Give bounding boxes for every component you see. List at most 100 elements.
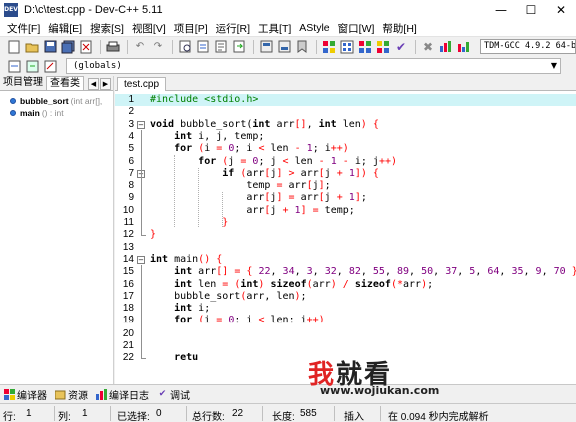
- menu-help[interactable]: 帮助[H]: [378, 21, 420, 36]
- print-icon[interactable]: [105, 39, 121, 54]
- save-all-icon[interactable]: [60, 39, 76, 54]
- profile-icon[interactable]: [438, 39, 454, 54]
- code-line[interactable]: 15 int arr[] = { 22, 34, 3, 32, 82, 55, …: [115, 266, 576, 278]
- stop-icon[interactable]: ✖: [420, 39, 436, 54]
- fold-toggle-icon[interactable]: −: [137, 120, 145, 129]
- code-line[interactable]: 22 retu: [115, 352, 576, 364]
- code-text: int len = (int) sizeof(arr) / sizeof(*ar…: [174, 278, 434, 290]
- tab-compile-log[interactable]: 编译日志: [96, 387, 149, 402]
- tab-debug[interactable]: ✔ 调试: [157, 387, 190, 402]
- code-text: #include <stdio.h>: [150, 94, 259, 105]
- code-line[interactable]: 20: [115, 328, 576, 340]
- line-number: 9: [128, 192, 134, 204]
- tab-project[interactable]: 项目管理: [0, 76, 46, 90]
- goto-icon[interactable]: [231, 39, 247, 54]
- redo-icon[interactable]: ↷: [150, 39, 166, 54]
- close-button[interactable]: ✕: [546, 0, 576, 20]
- editor-tabs: test.cpp: [115, 76, 576, 91]
- chart-icon[interactable]: [456, 39, 472, 54]
- code-editor[interactable]: 1 #include <stdio.h> 2 3− void bubble_sort(i…: [115, 91, 576, 384]
- indent-icon[interactable]: [258, 39, 274, 54]
- save-icon[interactable]: [42, 39, 58, 54]
- scope-select[interactable]: (globals) ▼: [66, 58, 561, 74]
- compiler-select[interactable]: TDM-GCC 4.9.2 64-bit: [480, 39, 576, 54]
- open-icon[interactable]: [24, 39, 40, 54]
- code-line[interactable]: 3− void bubble_sort(int arr[], int len) {: [115, 119, 576, 131]
- code-text: if (arr[j] > arr[j + 1]) {: [222, 167, 379, 179]
- code-text: for (i = 0; i < len; i++): [174, 315, 325, 327]
- code-line[interactable]: 2: [115, 106, 576, 118]
- code-line[interactable]: 6 for (j = 0; j < len - 1 - i; j++): [115, 156, 576, 168]
- search-icon[interactable]: [177, 39, 193, 54]
- tab-classes[interactable]: 查看类: [46, 76, 84, 90]
- code-line[interactable]: 21: [115, 340, 576, 352]
- run-icon[interactable]: [339, 39, 355, 54]
- code-line[interactable]: 7− if (arr[j] > arr[j + 1]) {: [115, 168, 576, 180]
- rebuild-icon[interactable]: [375, 39, 391, 54]
- code-line[interactable]: 13: [115, 242, 576, 254]
- line-number: 8: [128, 180, 134, 192]
- menu-view[interactable]: 视图[V]: [128, 21, 170, 36]
- code-text: }: [222, 217, 229, 228]
- line-number: 3: [128, 118, 134, 130]
- code-line[interactable]: 8 temp = arr[j];: [115, 180, 576, 192]
- menu-search[interactable]: 搜索[S]: [86, 21, 128, 36]
- menu-project[interactable]: 项目[P]: [170, 21, 212, 36]
- bookmark-goto-icon[interactable]: [24, 59, 40, 74]
- export-icon[interactable]: [42, 59, 58, 74]
- undo-icon[interactable]: ↶: [132, 39, 148, 54]
- close-file-icon[interactable]: [78, 39, 94, 54]
- unindent-icon[interactable]: [276, 39, 292, 54]
- toggle-bookmark-icon[interactable]: [294, 39, 310, 54]
- replace-icon[interactable]: [195, 39, 211, 54]
- code-text: retu: [174, 352, 199, 364]
- fold-toggle-icon[interactable]: −: [137, 255, 145, 264]
- tab-scroll-right-icon[interactable]: ▶: [100, 78, 111, 90]
- menu-astyle[interactable]: AStyle: [295, 22, 333, 34]
- scope-value: (globals): [73, 61, 122, 71]
- code-line[interactable]: 1 #include <stdio.h>: [115, 94, 576, 107]
- status-bar: 行: 1 列: 1 已选择: 0 总行数: 22 长度: 585 插入 在 0.…: [0, 403, 576, 422]
- code-line[interactable]: 16 int len = (int) sizeof(arr) / sizeof(…: [115, 279, 576, 291]
- code-line[interactable]: 11 }: [115, 217, 576, 229]
- menu-edit[interactable]: 编辑[E]: [44, 21, 86, 36]
- code-line[interactable]: 19 for (i = 0; i < len; i++): [115, 315, 576, 327]
- indent-guide: [174, 155, 176, 227]
- code-line[interactable]: 10 arr[j + 1] = temp;: [115, 205, 576, 217]
- code-line[interactable]: 4 int i, j, temp;: [115, 131, 576, 143]
- line-number: 2: [128, 106, 134, 118]
- minimize-button[interactable]: —: [486, 0, 516, 20]
- code-line[interactable]: 18 int i;: [115, 303, 576, 315]
- maximize-button[interactable]: ☐: [516, 0, 546, 20]
- new-file-icon[interactable]: [6, 39, 22, 54]
- code-line[interactable]: 12}: [115, 229, 576, 241]
- check-icon[interactable]: ✔: [393, 39, 409, 54]
- status-row-label: 行:: [3, 412, 16, 422]
- fold-end: [141, 358, 146, 360]
- menu-run[interactable]: 运行[R]: [212, 21, 254, 36]
- code-line[interactable]: 5 for (i = 0; i < len - 1; i++): [115, 143, 576, 155]
- menu-file[interactable]: 文件[F]: [3, 21, 44, 36]
- main-toolbar: ↶ ↷ ✔ ✖ TDM-GCC 4.9.2 64-bit: [0, 37, 576, 56]
- tab-test-cpp[interactable]: test.cpp: [117, 77, 167, 91]
- class-browser-panel: 项目管理 查看类 ◀ ▶ bubble_sort (int arr[], mai…: [0, 76, 114, 384]
- tab-resources[interactable]: 资源: [54, 387, 88, 402]
- compile-log-icon: [96, 388, 107, 400]
- tree-item-bubble-sort[interactable]: bubble_sort (int arr[],: [10, 96, 102, 106]
- tab-scroll-left-icon[interactable]: ◀: [88, 78, 99, 90]
- menu-tools[interactable]: 工具[T]: [254, 21, 295, 36]
- find-next-icon[interactable]: [213, 39, 229, 54]
- tree-item-main[interactable]: main () : int: [10, 108, 64, 118]
- code-line[interactable]: 9 arr[j] = arr[j + 1];: [115, 192, 576, 204]
- code-line[interactable]: 17 bubble_sort(arr, len);: [115, 291, 576, 303]
- line-number: 10: [122, 204, 134, 216]
- menu-window[interactable]: 窗口[W]: [334, 21, 379, 36]
- status-col: 1: [82, 408, 88, 419]
- left-panel-tabs: 项目管理 查看类 ◀ ▶: [0, 76, 113, 91]
- compile-icon[interactable]: [321, 39, 337, 54]
- compile-run-icon[interactable]: [357, 39, 373, 54]
- code-text: bubble_sort(arr, len);: [150, 290, 307, 302]
- insert-icon[interactable]: [6, 59, 22, 74]
- tab-compiler[interactable]: 编译器: [4, 387, 47, 402]
- code-line[interactable]: 14− int main() {: [115, 254, 576, 266]
